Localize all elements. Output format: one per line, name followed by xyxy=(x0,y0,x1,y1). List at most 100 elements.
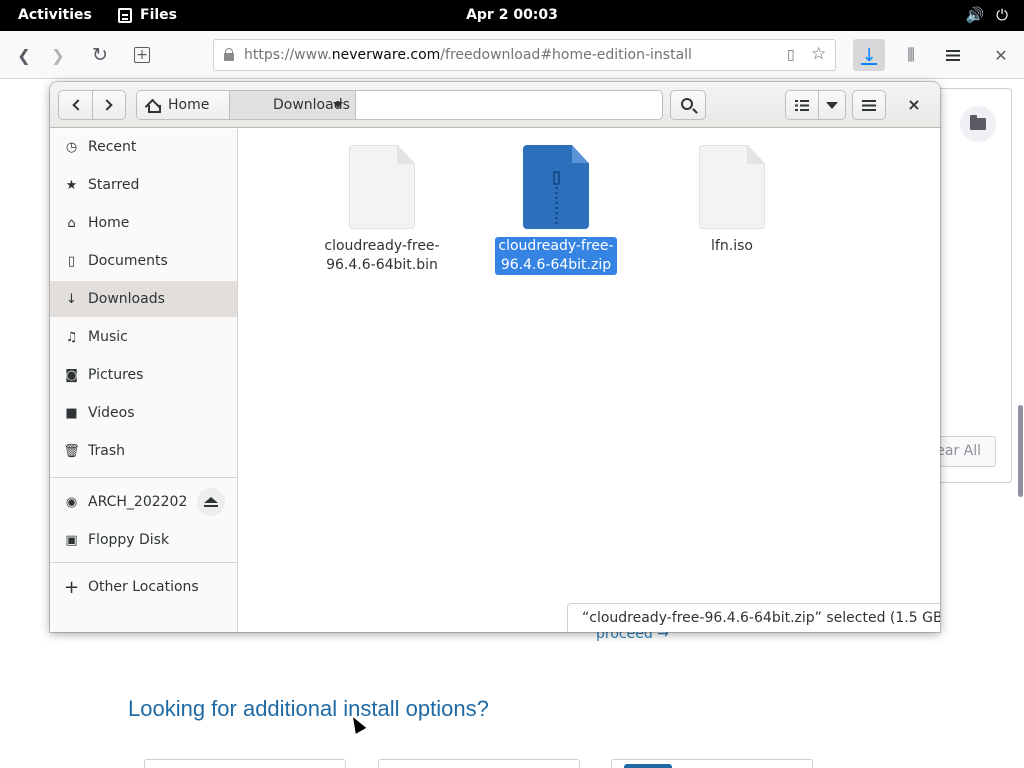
path-home-label: Home xyxy=(168,97,210,113)
downloads-panel xyxy=(940,88,1012,483)
reload-icon[interactable]: ↻ xyxy=(85,40,115,70)
list-view-icon xyxy=(795,99,809,111)
download-arrow-icon: ↓ xyxy=(66,291,77,307)
file-grid[interactable]: cloudready-free- 96.4.6-64bit.bin cloudre… xyxy=(239,129,940,632)
selection-status: “cloudready-free-96.4.6-64bit.zip” selec… xyxy=(567,603,940,632)
sidebar-item-recent[interactable]: ◷ Recent xyxy=(50,129,237,165)
sidebar-item-trash[interactable]: 🗑 Trash xyxy=(50,433,237,469)
path-home-button[interactable]: Home xyxy=(137,91,230,119)
activities-button[interactable]: Activities xyxy=(18,0,92,31)
list-view-button[interactable] xyxy=(785,90,819,120)
forward-button[interactable] xyxy=(92,90,126,120)
places-sidebar: ◷ Recent ★ Starred ⌂ Home ▯ Documents ↓ … xyxy=(50,129,238,632)
system-tray[interactable]: 🔊 ⏻ xyxy=(965,0,1008,31)
page-scrollbar[interactable] xyxy=(1018,405,1023,497)
plus-icon: + xyxy=(63,576,80,598)
search-button[interactable] xyxy=(670,90,706,120)
sidebar-item-other-locations[interactable]: + Other Locations xyxy=(50,569,237,605)
home-icon xyxy=(146,99,161,113)
file-item[interactable]: cloudready-free- 96.4.6-64bit.bin xyxy=(317,145,447,275)
sidebar-item-home[interactable]: ⌂ Home xyxy=(50,205,237,241)
app-menu[interactable]: Files xyxy=(118,0,177,31)
file-name: cloudready-free- 96.4.6-64bit.bin xyxy=(324,238,440,273)
home-icon: ⌂ xyxy=(67,215,76,231)
url-prefix: https://www. xyxy=(244,47,332,63)
dialog-menu-button[interactable] xyxy=(852,90,886,120)
sidebar-item-starred[interactable]: ★ Starred xyxy=(50,167,237,203)
chevron-right-icon xyxy=(101,99,113,111)
option-card[interactable] xyxy=(144,759,346,768)
download-icon[interactable]: ↓ xyxy=(853,39,885,71)
sidebar-item-label: Pictures xyxy=(88,367,144,383)
option-card[interactable] xyxy=(611,759,813,768)
power-icon[interactable]: ⏻ xyxy=(996,0,1008,31)
generic-file-icon xyxy=(349,145,415,229)
document-icon: ▯ xyxy=(67,253,76,269)
menu-icon[interactable] xyxy=(938,40,968,70)
file-name: lfn.iso xyxy=(711,238,753,254)
file-name: cloudready-free- 96.4.6-64bit.zip xyxy=(495,237,617,275)
url-domain: neverware.com xyxy=(331,47,441,63)
files-app-icon xyxy=(118,8,132,23)
url-bar[interactable]: https://www.neverware.com/freedownload#h… xyxy=(213,39,836,71)
reader-view-icon[interactable]: ▯ xyxy=(787,47,795,63)
library-icon[interactable]: ⫼ xyxy=(896,40,926,70)
sidebar-item-label: Downloads xyxy=(88,291,165,307)
sidebar-item-label: Documents xyxy=(88,253,168,269)
url-path: /freedownload#home-edition-install xyxy=(440,47,692,63)
sidebar-item-music[interactable]: ♫ Music xyxy=(50,319,237,355)
sidebar-item-documents[interactable]: ▯ Documents xyxy=(50,243,237,279)
sidebar-item-label: Other Locations xyxy=(88,579,199,595)
gnome-top-bar: Activities Files Apr 2 00:03 🔊 ⏻ xyxy=(0,0,1024,31)
sidebar-divider xyxy=(50,562,237,563)
view-options-button[interactable] xyxy=(818,90,846,120)
sidebar-item-label: ARCH_202202 xyxy=(88,494,188,510)
zip-archive-icon xyxy=(523,145,589,229)
sidebar-item-label: Videos xyxy=(88,405,135,421)
volume-icon[interactable]: 🔊 xyxy=(965,0,984,31)
sidebar-item-videos[interactable]: ■ Videos xyxy=(50,395,237,431)
disc-icon: ◉ xyxy=(65,494,78,510)
video-icon: ■ xyxy=(65,405,78,421)
option-card[interactable] xyxy=(378,759,580,768)
chevron-down-icon xyxy=(826,101,838,109)
lock-icon[interactable] xyxy=(224,48,234,62)
sidebar-item-label: Starred xyxy=(88,177,140,193)
forward-icon[interactable]: ❯ xyxy=(43,40,73,70)
dialog-close-button[interactable]: × xyxy=(902,94,926,116)
folder-icon[interactable] xyxy=(960,106,996,142)
sidebar-item-label: Floppy Disk xyxy=(88,532,170,548)
file-item[interactable]: lfn.iso xyxy=(667,145,797,256)
chevron-down-icon xyxy=(333,102,343,108)
bookmark-star-icon[interactable]: ☆ xyxy=(811,44,826,64)
url-text[interactable]: https://www.neverware.com/freedownload#h… xyxy=(244,40,692,70)
new-tab-icon[interactable]: + xyxy=(127,40,157,70)
sidebar-item-label: Home xyxy=(88,215,130,231)
floppy-icon: ▣ xyxy=(65,532,78,548)
eject-button[interactable] xyxy=(197,488,225,516)
sidebar-divider xyxy=(50,477,237,478)
trash-icon: 🗑 xyxy=(63,443,80,459)
app-menu-label: Files xyxy=(140,7,177,23)
music-icon: ♫ xyxy=(65,329,78,345)
sidebar-item-label: Music xyxy=(88,329,128,345)
file-chooser-dialog: Home Downloads × ◷ Recent ★ Starred ⌂ Ho… xyxy=(50,82,940,632)
browser-toolbar: ❮ ❯ ↻ + https://www.neverware.com/freedo… xyxy=(0,31,1024,79)
file-item-selected[interactable]: cloudready-free- 96.4.6-64bit.zip xyxy=(491,145,621,275)
section-heading: Looking for additional install options? xyxy=(128,696,489,721)
hamburger-icon xyxy=(862,99,876,111)
star-icon: ★ xyxy=(65,177,78,193)
clear-all-button[interactable]: Clear All xyxy=(940,436,996,467)
eject-icon xyxy=(204,497,218,507)
path-downloads-button[interactable]: Downloads xyxy=(230,91,356,119)
back-button[interactable] xyxy=(58,90,93,120)
sidebar-item-label: Trash xyxy=(88,443,125,459)
sidebar-item-downloads[interactable]: ↓ Downloads xyxy=(50,281,237,317)
sidebar-item-floppy[interactable]: ▣ Floppy Disk xyxy=(50,522,237,558)
sidebar-item-pictures[interactable]: ◙ Pictures xyxy=(50,357,237,393)
close-icon[interactable]: ✕ xyxy=(986,40,1016,70)
clock-icon: ◷ xyxy=(65,139,78,155)
back-icon[interactable]: ❮ xyxy=(9,40,39,70)
clock[interactable]: Apr 2 00:03 xyxy=(466,7,558,23)
path-bar: Home Downloads xyxy=(136,90,663,120)
